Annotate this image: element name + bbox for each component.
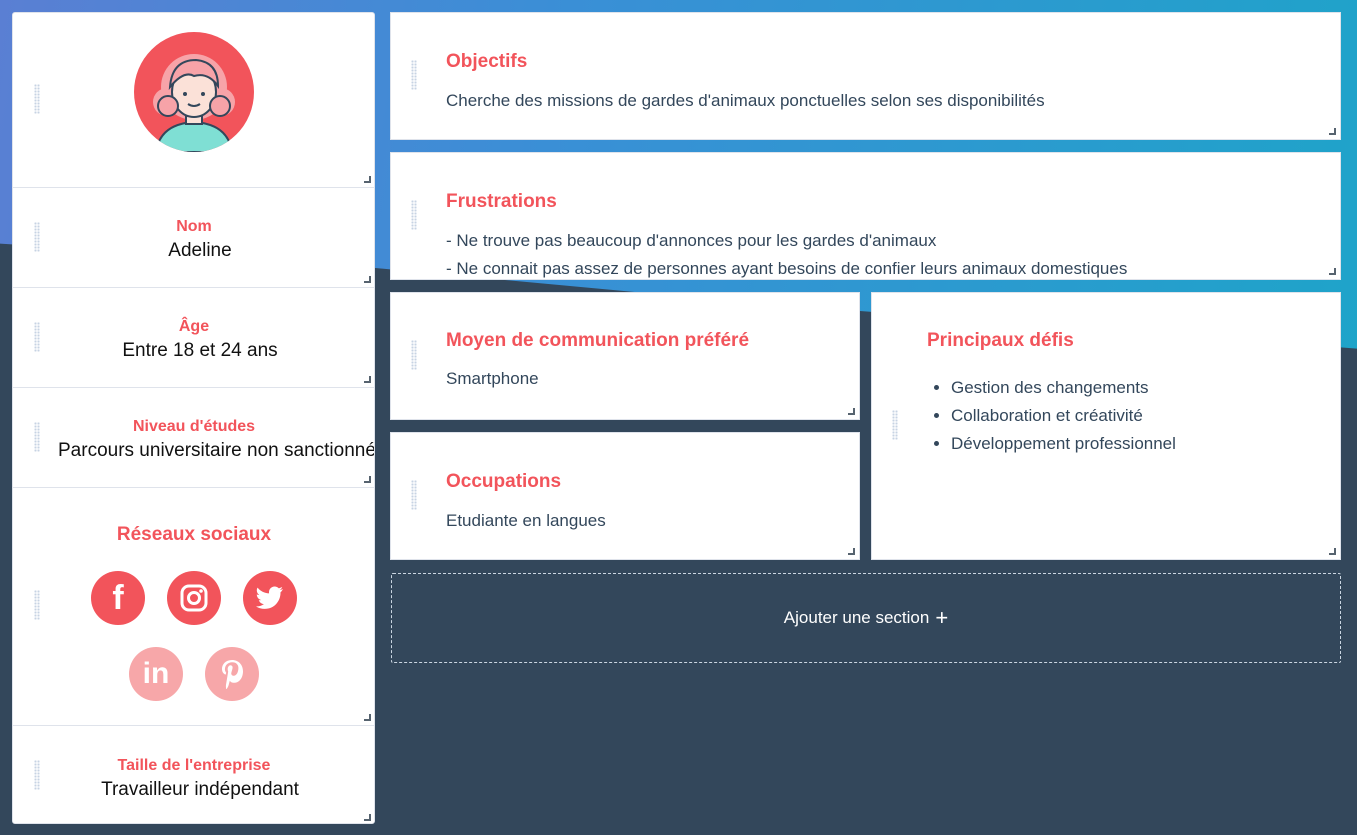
occupations-text[interactable]: Etudiante en langues xyxy=(446,507,606,535)
challenges-title: Principaux défis xyxy=(927,330,1074,351)
name-section[interactable]: Nom Adeline xyxy=(13,188,374,288)
communication-text[interactable]: Smartphone xyxy=(446,365,539,393)
resize-handle-icon[interactable] xyxy=(1329,548,1336,555)
occupations-title: Occupations xyxy=(446,471,562,492)
drag-handle-icon[interactable] xyxy=(892,410,898,440)
communication-card[interactable]: Moyen de communication préféré Smartphon… xyxy=(390,292,860,420)
name-label: Nom xyxy=(176,218,212,235)
drag-handle-icon[interactable] xyxy=(411,200,417,230)
resize-handle-icon[interactable] xyxy=(364,476,371,483)
occupations-card[interactable]: Occupations Etudiante en langues xyxy=(390,432,860,560)
list-item: Développement professionnel xyxy=(951,430,1176,458)
challenges-card[interactable]: Principaux défis Gestion des changements… xyxy=(871,292,1341,560)
drag-handle-icon[interactable] xyxy=(34,84,40,114)
challenges-list[interactable]: Gestion des changements Collaboration et… xyxy=(927,374,1176,458)
company-size-section[interactable]: Taille de l'entreprise Travailleur indép… xyxy=(13,726,374,823)
resize-handle-icon[interactable] xyxy=(364,276,371,283)
social-networks-section[interactable]: Réseaux sociaux f in xyxy=(13,488,374,726)
social-networks-label: Réseaux sociaux xyxy=(116,524,272,545)
add-section-button[interactable]: Ajouter une section + xyxy=(391,573,1341,663)
profile-card: Nom Adeline Âge Entre 18 et 24 ans Nivea… xyxy=(12,12,375,824)
company-size-label: Taille de l'entreprise xyxy=(117,757,271,774)
resize-handle-icon[interactable] xyxy=(364,376,371,383)
instagram-icon[interactable] xyxy=(167,571,221,625)
resize-handle-icon[interactable] xyxy=(848,408,855,415)
frustration-line: - Ne connait pas assez de personnes ayan… xyxy=(446,259,1128,278)
resize-handle-icon[interactable] xyxy=(848,548,855,555)
resize-handle-icon[interactable] xyxy=(364,176,371,183)
objectives-text[interactable]: Cherche des missions de gardes d'animaux… xyxy=(446,87,1045,115)
resize-handle-icon[interactable] xyxy=(364,714,371,721)
add-section-label: Ajouter une section xyxy=(783,608,930,627)
linkedin-icon[interactable]: in xyxy=(129,647,183,701)
company-size-value[interactable]: Travailleur indépendant xyxy=(13,779,374,801)
resize-handle-icon[interactable] xyxy=(1329,128,1336,135)
pinterest-icon[interactable] xyxy=(205,647,259,701)
drag-handle-icon[interactable] xyxy=(34,760,40,790)
objectives-card[interactable]: Objectifs Cherche des missions de gardes… xyxy=(390,12,1341,140)
drag-handle-icon[interactable] xyxy=(411,480,417,510)
frustrations-text[interactable]: - Ne trouve pas beaucoup d'annonces pour… xyxy=(446,227,1128,279)
list-item: Collaboration et créativité xyxy=(951,402,1176,430)
woman-avatar-icon xyxy=(134,32,254,152)
resize-handle-icon[interactable] xyxy=(364,814,371,821)
age-label: Âge xyxy=(178,318,210,335)
facebook-icon[interactable]: f xyxy=(91,571,145,625)
avatar-section[interactable] xyxy=(13,13,374,188)
twitter-icon[interactable] xyxy=(243,571,297,625)
drag-handle-icon[interactable] xyxy=(411,340,417,370)
education-label: Niveau d'études xyxy=(132,418,256,435)
drag-handle-icon[interactable] xyxy=(34,222,40,252)
objectives-title: Objectifs xyxy=(446,51,528,72)
education-section[interactable]: Niveau d'études Parcours universitaire n… xyxy=(13,388,374,488)
frustrations-title: Frustrations xyxy=(446,191,557,212)
education-value[interactable]: Parcours universitaire non sanctionné xyxy=(13,440,374,462)
drag-handle-icon[interactable] xyxy=(34,422,40,452)
communication-title: Moyen de communication préféré xyxy=(446,330,750,351)
name-value[interactable]: Adeline xyxy=(13,240,374,262)
list-item: Gestion des changements xyxy=(951,374,1176,402)
resize-handle-icon[interactable] xyxy=(1329,268,1336,275)
drag-handle-icon[interactable] xyxy=(411,60,417,90)
age-section[interactable]: Âge Entre 18 et 24 ans xyxy=(13,288,374,388)
age-value[interactable]: Entre 18 et 24 ans xyxy=(13,340,374,362)
drag-handle-icon[interactable] xyxy=(34,590,40,620)
frustration-line: - Ne trouve pas beaucoup d'annonces pour… xyxy=(446,231,937,250)
plus-icon: + xyxy=(935,605,949,630)
frustrations-card[interactable]: Frustrations - Ne trouve pas beaucoup d'… xyxy=(390,152,1341,280)
drag-handle-icon[interactable] xyxy=(34,322,40,352)
